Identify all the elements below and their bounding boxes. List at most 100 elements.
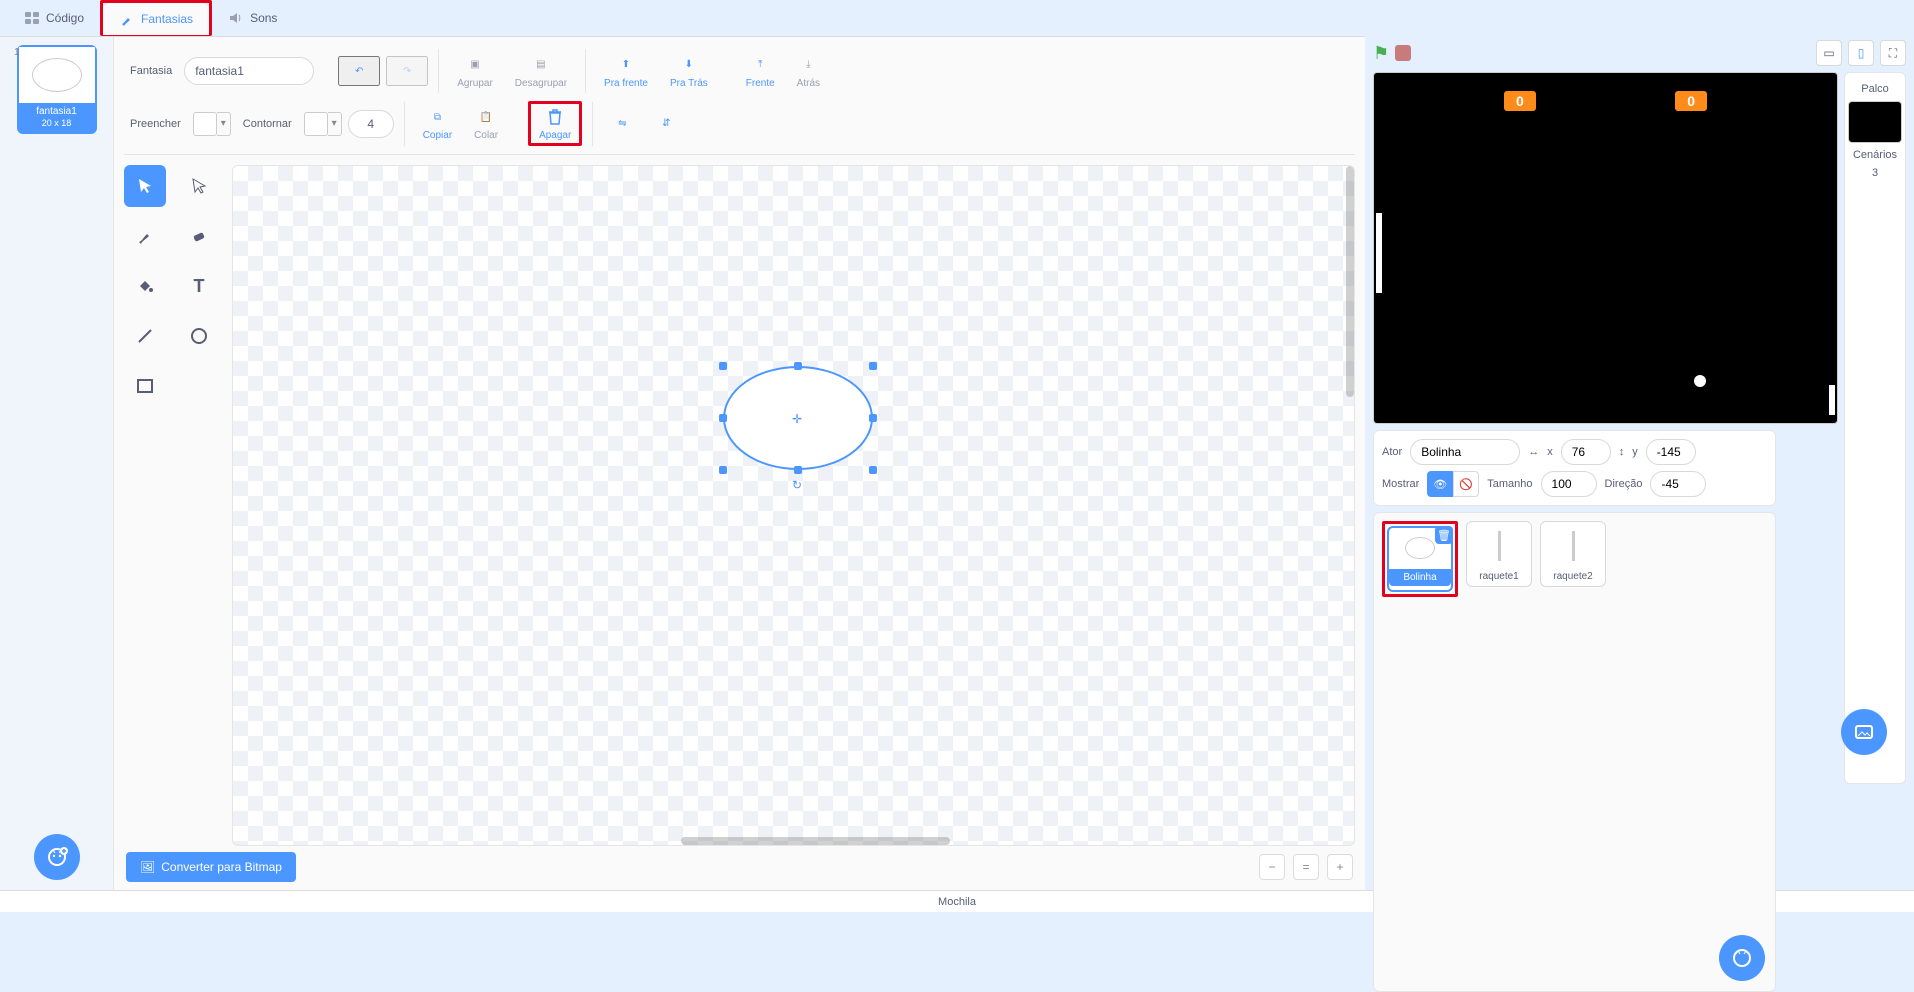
y-label: y [1632, 446, 1638, 458]
stop-button[interactable] [1395, 45, 1411, 61]
undo-button[interactable]: ↶ [338, 56, 380, 86]
y-icon: ↕ [1619, 446, 1625, 458]
eraser-tool[interactable] [178, 215, 220, 257]
y-input[interactable] [1646, 439, 1696, 465]
show-button[interactable]: 👁 [1427, 471, 1453, 497]
paste-icon: 📋 [475, 106, 497, 128]
center-crosshair-icon: ✛ [792, 412, 802, 426]
image-plus-icon [1853, 721, 1875, 743]
backward-button[interactable]: ⬇Pra Trás [662, 52, 716, 91]
reshape-tool[interactable] [178, 165, 220, 207]
trash-icon: 🗑 [1437, 529, 1451, 542]
sprite-name-input[interactable] [1410, 439, 1520, 465]
text-tool[interactable]: T [178, 265, 220, 307]
fullscreen-button[interactable]: ⛶ [1880, 40, 1906, 66]
size-label: Tamanho [1487, 478, 1532, 490]
vertical-scrollbar[interactable] [1346, 166, 1354, 397]
costume-item[interactable]: fantasia1 20 x 18 [17, 45, 97, 134]
flip-vertical-button[interactable]: ⇵ [647, 111, 685, 137]
arrow-up-icon: ⬆ [615, 54, 637, 76]
stage[interactable]: 0 0 [1373, 72, 1838, 424]
tool-palette: T [124, 165, 224, 846]
blocks-icon [24, 10, 40, 26]
tab-sounds[interactable]: Sons [212, 0, 293, 36]
sprite-item-bolinha[interactable]: 🗑 Bolinha [1387, 526, 1453, 592]
score-right: 0 [1675, 91, 1707, 111]
image-icon: 🖼 [140, 860, 155, 874]
selection-box[interactable]: ✛ ↻ [723, 366, 873, 486]
fill-swatch[interactable] [193, 112, 217, 136]
line-tool[interactable] [124, 315, 166, 357]
costume-name: fantasia1 [19, 106, 95, 118]
horizontal-scrollbar[interactable] [681, 837, 950, 845]
large-stage-button[interactable]: ▯ [1848, 40, 1874, 66]
paste-button[interactable]: 📋Colar [466, 104, 506, 143]
ungroup-icon: ▤ [530, 54, 552, 76]
circle-tool[interactable] [178, 315, 220, 357]
tab-code[interactable]: Código [8, 0, 100, 36]
show-label: Mostrar [1382, 478, 1419, 490]
flip-horizontal-button[interactable]: ⇋ [603, 111, 641, 137]
ungroup-button[interactable]: ▤Desagrupar [507, 52, 575, 91]
group-icon: ▣ [464, 54, 486, 76]
small-stage-button[interactable]: ▭ [1816, 40, 1842, 66]
rect-tool[interactable] [124, 365, 166, 407]
sprite-info: Ator ↔ x ↕ y Mostrar 👁 🚫 [1373, 430, 1776, 506]
front-button[interactable]: ⤒Frente [738, 52, 783, 91]
select-tool[interactable] [124, 165, 166, 207]
delete-button[interactable]: Apagar [531, 104, 579, 143]
redo-button[interactable]: ↷ [386, 56, 428, 86]
stage-panel-title: Palco [1861, 83, 1889, 95]
eye-icon: 👁 [1433, 478, 1447, 491]
group-button[interactable]: ▣Agrupar [449, 52, 501, 91]
eye-off-icon: 🚫 [1459, 478, 1473, 491]
paddle-left [1376, 213, 1382, 293]
zoom-reset-button[interactable]: = [1293, 854, 1319, 880]
zoom-out-button[interactable]: − [1259, 854, 1285, 880]
outline-swatch[interactable] [304, 112, 328, 136]
tab-costumes[interactable]: Fantasias [103, 3, 209, 35]
brush-icon [119, 11, 135, 27]
zoom-in-button[interactable]: + [1327, 854, 1353, 880]
canvas[interactable]: ✛ ↻ [232, 165, 1355, 846]
tab-costumes-label: Fantasias [141, 12, 193, 26]
x-input[interactable] [1561, 439, 1611, 465]
costume-index: 1 [14, 47, 20, 58]
add-backdrop-button[interactable] [1841, 709, 1887, 755]
brush-tool[interactable] [124, 215, 166, 257]
outline-label: Contornar [237, 118, 298, 130]
costume-thumb [19, 47, 95, 103]
delete-sprite-button[interactable]: 🗑 [1435, 526, 1453, 544]
green-flag-button[interactable]: ⚑ [1373, 43, 1389, 64]
convert-bitmap-button[interactable]: 🖼 Converter para Bitmap [126, 852, 296, 882]
hide-button[interactable]: 🚫 [1453, 471, 1479, 497]
outline-dropdown[interactable]: ▾ [328, 112, 342, 136]
scenes-label: Cenários [1853, 149, 1897, 161]
flip-h-icon: ⇋ [611, 113, 633, 135]
ball [1694, 375, 1706, 387]
forward-button[interactable]: ⬆Pra frente [596, 52, 656, 91]
sprite-item-raquete1[interactable]: raquete1 [1466, 521, 1532, 587]
stroke-width-input[interactable] [348, 110, 394, 138]
actor-label: Ator [1382, 446, 1402, 458]
direction-input[interactable] [1650, 471, 1706, 497]
trash-icon [544, 106, 566, 128]
costume-name-input[interactable] [184, 57, 314, 85]
size-input[interactable] [1541, 471, 1597, 497]
back-button[interactable]: ⤓Atrás [789, 52, 828, 91]
copy-button[interactable]: ⧉Copiar [415, 104, 460, 143]
stop-icon [1395, 45, 1411, 61]
front-icon: ⤒ [749, 54, 771, 76]
fill-tool[interactable] [124, 265, 166, 307]
costume-list: 1 fantasia1 20 x 18 [0, 37, 114, 890]
arrow-down-icon: ⬇ [678, 54, 700, 76]
add-costume-button[interactable] [34, 834, 80, 880]
tab-code-label: Código [46, 11, 84, 25]
direction-label: Direção [1605, 478, 1643, 490]
fill-dropdown[interactable]: ▾ [217, 112, 231, 136]
add-sprite-button[interactable] [1719, 935, 1765, 981]
rotate-handle-icon[interactable]: ↻ [792, 478, 802, 492]
sprite-item-raquete2[interactable]: raquete2 [1540, 521, 1606, 587]
tab-sounds-label: Sons [250, 11, 277, 25]
stage-thumbnail[interactable] [1848, 101, 1902, 143]
